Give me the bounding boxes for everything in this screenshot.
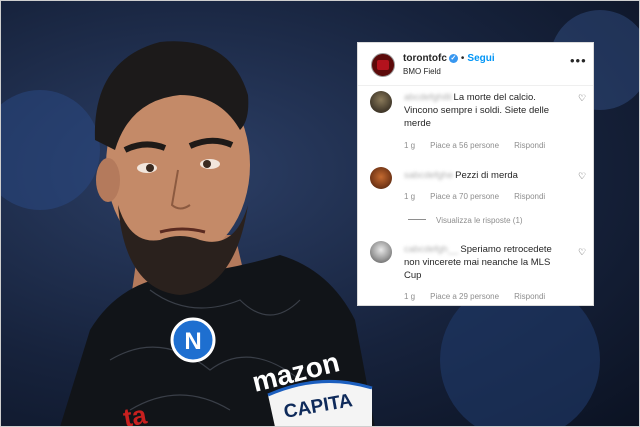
comment-avatar[interactable] xyxy=(370,91,392,113)
like-heart-icon[interactable]: ♡ xyxy=(578,93,586,104)
comment-author[interactable]: sabcdefghe xyxy=(404,170,453,181)
replies-line xyxy=(408,219,426,220)
comment-avatar[interactable] xyxy=(370,167,392,189)
comment-likes[interactable]: Piace a 29 persone xyxy=(430,292,499,301)
comment-text: cabcdefgh__ Speriamo retrocedete non vinc… xyxy=(404,243,564,282)
comment-author[interactable]: abcdefghilli xyxy=(404,92,452,103)
comment-avatar[interactable] xyxy=(370,241,392,263)
like-heart-icon[interactable]: ♡ xyxy=(578,247,586,258)
badge-letter: N xyxy=(184,328,201,355)
post-username-row: torontofc ✓ • Segui xyxy=(403,53,495,64)
like-heart-icon[interactable]: ♡ xyxy=(578,171,586,182)
comment-likes[interactable]: Piace a 70 persone xyxy=(430,192,499,201)
more-options-icon[interactable]: ••• xyxy=(570,53,587,68)
verified-icon: ✓ xyxy=(448,54,458,63)
comment-time: 1 g xyxy=(404,141,416,150)
comment-text: abcdefghilli La morte del calcio. Vincono… xyxy=(404,91,564,130)
reply-button[interactable]: Rispondi xyxy=(514,141,545,150)
comment-likes[interactable]: Piace a 56 persone xyxy=(430,141,499,150)
view-replies-label[interactable]: Visualizza le risposte (1) xyxy=(436,216,523,225)
comment-meta: 1 g Piace a 29 persone Rispondi xyxy=(404,292,560,301)
profile-avatar[interactable] xyxy=(371,53,395,77)
reply-button[interactable]: Rispondi xyxy=(514,292,545,301)
post-username[interactable]: torontofc xyxy=(403,53,447,64)
comment-body: Pezzi di merda xyxy=(455,170,518,181)
reply-button[interactable]: Rispondi xyxy=(514,192,545,201)
post-header: torontofc ✓ • Segui BMO Field ••• xyxy=(358,43,593,86)
comment-text: sabcdefghe Pezzi di merda xyxy=(404,169,564,182)
comment-time: 1 g xyxy=(404,292,416,301)
view-replies-button[interactable]: Visualizza le risposte (1) xyxy=(408,216,523,225)
post-location[interactable]: BMO Field xyxy=(403,67,441,76)
instagram-comments-panel: torontofc ✓ • Segui BMO Field ••• abcdefghi… xyxy=(357,42,594,306)
comment-author[interactable]: cabcdefgh__ xyxy=(404,244,458,255)
comment-meta: 1 g Piace a 56 persone Rispondi xyxy=(404,141,560,150)
comment-time: 1 g xyxy=(404,192,416,201)
comment-meta: 1 g Piace a 70 persone Rispondi xyxy=(404,192,560,201)
follow-button[interactable]: Segui xyxy=(467,53,494,64)
separator-dot: • xyxy=(460,53,465,64)
